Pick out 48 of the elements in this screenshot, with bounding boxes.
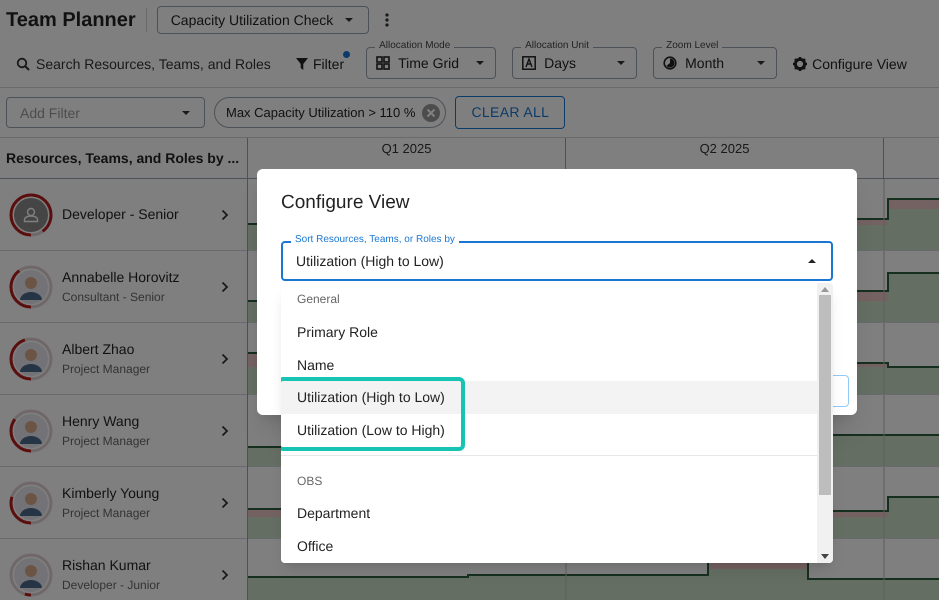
view-select[interactable]: Capacity Utilization Check <box>156 6 370 34</box>
resource-role: Project Manager <box>62 433 152 450</box>
quarter-label: Q1 2025 <box>382 140 432 158</box>
caret-icon <box>755 58 768 68</box>
quarter-label: Q2 2025 <box>700 140 750 158</box>
scroll-thumb[interactable] <box>819 295 831 495</box>
half-circle-icon <box>663 56 678 70</box>
field-label: Sort Resources, Teams, or Roles by <box>291 234 459 246</box>
chevron-icon <box>221 496 229 508</box>
resource-name: Annabelle Horovitz <box>62 268 181 287</box>
column-heading: Resources, Teams, and Roles by ... <box>6 148 240 168</box>
caret-icon <box>474 58 486 68</box>
menu-option[interactable]: Utilization (High to Low) <box>281 381 817 414</box>
app-title: Team Planner <box>6 8 136 33</box>
search-field[interactable]: Search Resources, Teams, and Roles <box>36 54 280 74</box>
resource-role: Project Manager <box>62 505 152 522</box>
chevron-icon <box>221 568 229 580</box>
menu-option[interactable]: Office <box>281 530 817 563</box>
chevron-icon <box>221 280 229 292</box>
funnel-icon <box>296 58 308 70</box>
scrollbar[interactable] <box>817 283 833 563</box>
remove-icon <box>422 104 440 122</box>
resource-role: Developer - Junior <box>62 577 162 594</box>
chevron-icon <box>221 424 229 436</box>
group-heading: General <box>296 291 341 308</box>
resource-name: Albert Zhao <box>62 340 136 359</box>
chevron-icon <box>221 208 229 220</box>
caret-icon <box>615 58 628 68</box>
more-icon <box>385 13 390 27</box>
resource-name: Henry Wang <box>62 412 140 431</box>
resource-role: Project Manager <box>62 361 152 378</box>
grid-icon <box>376 56 390 70</box>
filter-chip[interactable]: Max Capacity Utilization > 110 % <box>214 97 446 128</box>
resource-role: Consultant - Senior <box>62 289 166 306</box>
clear-all-button[interactable]: CLEAR ALL <box>455 96 566 129</box>
caret-icon <box>180 108 192 118</box>
dialog-title: Configure View <box>281 191 410 215</box>
caret-icon <box>343 15 356 25</box>
configure-view-button[interactable]: Configure View <box>793 49 907 79</box>
chevron-icon <box>221 352 229 364</box>
search-icon <box>16 57 30 71</box>
resource-name: Kimberly Young <box>62 484 160 503</box>
resource-name: Developer - Senior <box>62 205 180 224</box>
settings-icon <box>793 57 808 71</box>
group-heading: OBS <box>296 472 324 490</box>
filter-button[interactable]: Filter <box>296 49 350 79</box>
letter-icon <box>522 56 536 70</box>
resource-name: Rishan Kumar <box>62 556 152 575</box>
